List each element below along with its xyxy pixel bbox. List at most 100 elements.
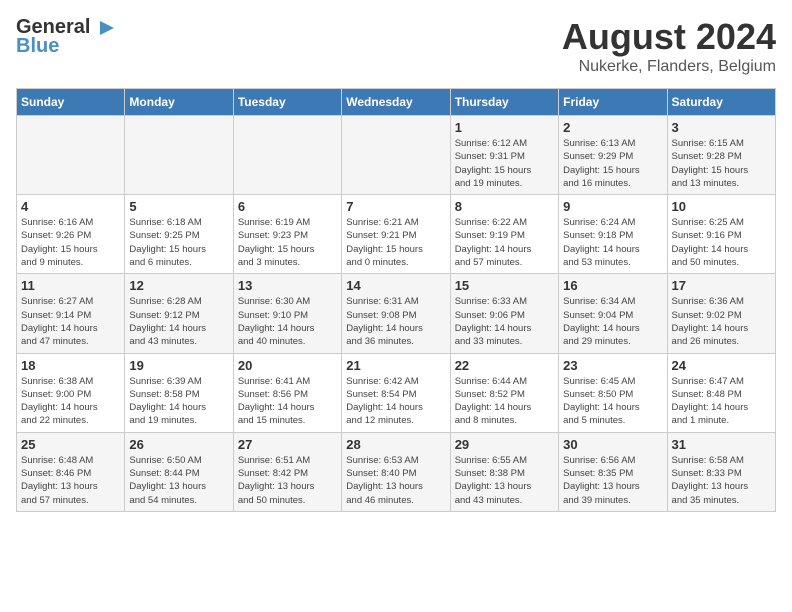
calendar-day-cell: 2 Sunrise: 6:13 AM Sunset: 9:29 PM Daylig… <box>559 116 667 195</box>
day-info: Sunrise: 6:27 AM Sunset: 9:14 PM Dayligh… <box>21 295 120 348</box>
day-info: Sunrise: 6:55 AM Sunset: 8:38 PM Dayligh… <box>455 454 554 507</box>
day-info: Sunrise: 6:56 AM Sunset: 8:35 PM Dayligh… <box>563 454 662 507</box>
weekday-header-cell: Friday <box>559 89 667 116</box>
day-number: 10 <box>672 199 771 214</box>
day-number: 6 <box>238 199 337 214</box>
day-number: 12 <box>129 278 228 293</box>
day-number: 19 <box>129 358 228 373</box>
day-info: Sunrise: 6:21 AM Sunset: 9:21 PM Dayligh… <box>346 216 445 269</box>
calendar-day-cell: 31Sunrise: 6:58 AM Sunset: 8:33 PM Dayli… <box>667 432 775 511</box>
day-number: 4 <box>21 199 120 214</box>
calendar-day-cell: 6 Sunrise: 6:19 AM Sunset: 9:23 PM Daylig… <box>233 195 341 274</box>
calendar-day-cell: 4 Sunrise: 6:16 AM Sunset: 9:26 PM Daylig… <box>17 195 125 274</box>
day-number: 16 <box>563 278 662 293</box>
calendar-day-cell <box>233 116 341 195</box>
weekday-header-cell: Wednesday <box>342 89 450 116</box>
day-info: Sunrise: 6:30 AM Sunset: 9:10 PM Dayligh… <box>238 295 337 348</box>
calendar-day-cell: 5 Sunrise: 6:18 AM Sunset: 9:25 PM Daylig… <box>125 195 233 274</box>
calendar-day-cell: 17 Sunrise: 6:36 AM Sunset: 9:02 PM Dayli… <box>667 274 775 353</box>
calendar-day-cell: 22 Sunrise: 6:44 AM Sunset: 8:52 PM Dayli… <box>450 353 558 432</box>
logo: General Blue <box>16 16 116 58</box>
day-info: Sunrise: 6:15 AM Sunset: 9:28 PM Dayligh… <box>672 137 771 190</box>
calendar-day-cell: 7 Sunrise: 6:21 AM Sunset: 9:21 PM Daylig… <box>342 195 450 274</box>
day-number: 17 <box>672 278 771 293</box>
title-section: August 2024 Nukerke, Flanders, Belgium <box>562 16 776 76</box>
calendar-day-cell: 9Sunrise: 6:24 AM Sunset: 9:18 PM Daylig… <box>559 195 667 274</box>
day-number: 13 <box>238 278 337 293</box>
day-number: 14 <box>346 278 445 293</box>
calendar-day-cell: 15Sunrise: 6:33 AM Sunset: 9:06 PM Dayli… <box>450 274 558 353</box>
calendar-day-cell: 27 Sunrise: 6:51 AM Sunset: 8:42 PM Dayli… <box>233 432 341 511</box>
calendar-day-cell <box>17 116 125 195</box>
day-number: 24 <box>672 358 771 373</box>
page-header: General Blue August 2024 Nukerke, Flande… <box>16 16 776 76</box>
calendar-day-cell <box>342 116 450 195</box>
day-info: Sunrise: 6:48 AM Sunset: 8:46 PM Dayligh… <box>21 454 120 507</box>
calendar-day-cell: 24 Sunrise: 6:47 AM Sunset: 8:48 PM Dayli… <box>667 353 775 432</box>
day-info: Sunrise: 6:19 AM Sunset: 9:23 PM Dayligh… <box>238 216 337 269</box>
day-info: Sunrise: 6:47 AM Sunset: 8:48 PM Dayligh… <box>672 375 771 428</box>
weekday-header-cell: Tuesday <box>233 89 341 116</box>
weekday-header-row: SundayMondayTuesdayWednesdayThursdayFrid… <box>17 89 776 116</box>
calendar-day-cell <box>125 116 233 195</box>
calendar-week-row: 4 Sunrise: 6:16 AM Sunset: 9:26 PM Daylig… <box>17 195 776 274</box>
day-info: Sunrise: 6:34 AM Sunset: 9:04 PM Dayligh… <box>563 295 662 348</box>
day-number: 18 <box>21 358 120 373</box>
calendar-week-row: 25 Sunrise: 6:48 AM Sunset: 8:46 PM Dayli… <box>17 432 776 511</box>
day-number: 22 <box>455 358 554 373</box>
day-number: 5 <box>129 199 228 214</box>
calendar-day-cell: 29 Sunrise: 6:55 AM Sunset: 8:38 PM Dayli… <box>450 432 558 511</box>
location-text: Nukerke, Flanders, Belgium <box>562 58 776 76</box>
logo-icon <box>92 19 114 37</box>
calendar-day-cell: 30 Sunrise: 6:56 AM Sunset: 8:35 PM Dayli… <box>559 432 667 511</box>
calendar-day-cell: 21Sunrise: 6:42 AM Sunset: 8:54 PM Dayli… <box>342 353 450 432</box>
logo-blue-text: Blue <box>16 35 59 58</box>
day-number: 7 <box>346 199 445 214</box>
day-info: Sunrise: 6:58 AM Sunset: 8:33 PM Dayligh… <box>672 454 771 507</box>
day-number: 2 <box>563 120 662 135</box>
calendar-week-row: 11 Sunrise: 6:27 AM Sunset: 9:14 PM Dayli… <box>17 274 776 353</box>
calendar-day-cell: 11 Sunrise: 6:27 AM Sunset: 9:14 PM Dayli… <box>17 274 125 353</box>
calendar-day-cell: 3 Sunrise: 6:15 AM Sunset: 9:28 PM Daylig… <box>667 116 775 195</box>
day-info: Sunrise: 6:45 AM Sunset: 8:50 PM Dayligh… <box>563 375 662 428</box>
day-info: Sunrise: 6:39 AM Sunset: 8:58 PM Dayligh… <box>129 375 228 428</box>
day-info: Sunrise: 6:41 AM Sunset: 8:56 PM Dayligh… <box>238 375 337 428</box>
day-info: Sunrise: 6:18 AM Sunset: 9:25 PM Dayligh… <box>129 216 228 269</box>
calendar-day-cell: 25 Sunrise: 6:48 AM Sunset: 8:46 PM Dayli… <box>17 432 125 511</box>
calendar-day-cell: 23Sunrise: 6:45 AM Sunset: 8:50 PM Dayli… <box>559 353 667 432</box>
day-info: Sunrise: 6:31 AM Sunset: 9:08 PM Dayligh… <box>346 295 445 348</box>
day-number: 25 <box>21 437 120 452</box>
weekday-header-cell: Thursday <box>450 89 558 116</box>
day-number: 26 <box>129 437 228 452</box>
calendar-day-cell: 12 Sunrise: 6:28 AM Sunset: 9:12 PM Dayli… <box>125 274 233 353</box>
day-info: Sunrise: 6:25 AM Sunset: 9:16 PM Dayligh… <box>672 216 771 269</box>
day-info: Sunrise: 6:24 AM Sunset: 9:18 PM Dayligh… <box>563 216 662 269</box>
day-number: 11 <box>21 278 120 293</box>
calendar-week-row: 18Sunrise: 6:38 AM Sunset: 9:00 PM Dayli… <box>17 353 776 432</box>
calendar-day-cell: 19 Sunrise: 6:39 AM Sunset: 8:58 PM Dayli… <box>125 353 233 432</box>
calendar-day-cell: 8Sunrise: 6:22 AM Sunset: 9:19 PM Daylig… <box>450 195 558 274</box>
calendar-day-cell: 14 Sunrise: 6:31 AM Sunset: 9:08 PM Dayli… <box>342 274 450 353</box>
weekday-header-cell: Saturday <box>667 89 775 116</box>
day-number: 30 <box>563 437 662 452</box>
day-number: 29 <box>455 437 554 452</box>
day-info: Sunrise: 6:44 AM Sunset: 8:52 PM Dayligh… <box>455 375 554 428</box>
day-info: Sunrise: 6:12 AM Sunset: 9:31 PM Dayligh… <box>455 137 554 190</box>
calendar-day-cell: 1 Sunrise: 6:12 AM Sunset: 9:31 PM Daylig… <box>450 116 558 195</box>
day-number: 27 <box>238 437 337 452</box>
weekday-header-cell: Monday <box>125 89 233 116</box>
weekday-header-cell: Sunday <box>17 89 125 116</box>
day-info: Sunrise: 6:13 AM Sunset: 9:29 PM Dayligh… <box>563 137 662 190</box>
day-info: Sunrise: 6:36 AM Sunset: 9:02 PM Dayligh… <box>672 295 771 348</box>
day-info: Sunrise: 6:42 AM Sunset: 8:54 PM Dayligh… <box>346 375 445 428</box>
day-number: 28 <box>346 437 445 452</box>
day-info: Sunrise: 6:28 AM Sunset: 9:12 PM Dayligh… <box>129 295 228 348</box>
day-info: Sunrise: 6:53 AM Sunset: 8:40 PM Dayligh… <box>346 454 445 507</box>
day-number: 1 <box>455 120 554 135</box>
calendar-day-cell: 28 Sunrise: 6:53 AM Sunset: 8:40 PM Dayli… <box>342 432 450 511</box>
day-info: Sunrise: 6:50 AM Sunset: 8:44 PM Dayligh… <box>129 454 228 507</box>
day-number: 3 <box>672 120 771 135</box>
calendar-body: 1 Sunrise: 6:12 AM Sunset: 9:31 PM Daylig… <box>17 116 776 512</box>
day-info: Sunrise: 6:16 AM Sunset: 9:26 PM Dayligh… <box>21 216 120 269</box>
day-info: Sunrise: 6:51 AM Sunset: 8:42 PM Dayligh… <box>238 454 337 507</box>
